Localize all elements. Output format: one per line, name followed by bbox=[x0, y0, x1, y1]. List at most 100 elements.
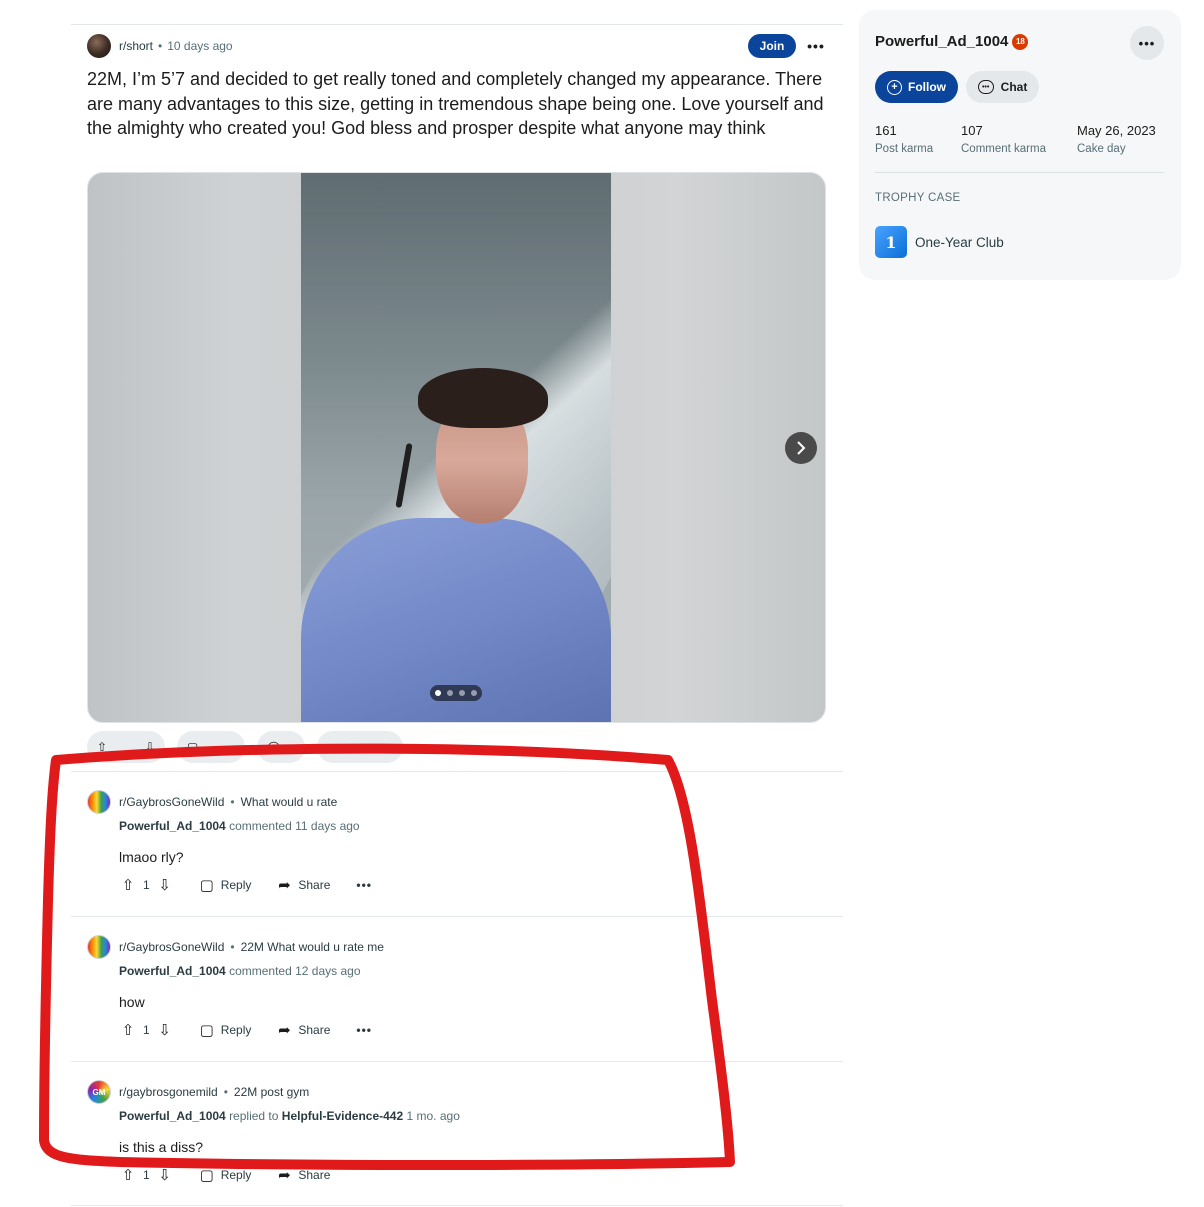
chevron-right-icon[interactable] bbox=[785, 432, 817, 464]
upvote-icon[interactable]: ⇧ bbox=[119, 1021, 137, 1039]
chat-icon: ••• bbox=[977, 80, 994, 94]
comment-item: GM r/gaybrosgonemild • 22M post gym Powe… bbox=[71, 1061, 843, 1206]
comment-author-line: Powerful_Ad_1004 commented 12 days ago bbox=[119, 964, 361, 978]
comment-score: 1 bbox=[143, 878, 150, 892]
stat-label: Post karma bbox=[875, 143, 934, 155]
comment-actions: ⇧ 1 ⇩ ▢ Reply ➦ Share ••• bbox=[119, 1020, 372, 1040]
comment-author[interactable]: Powerful_Ad_1004 bbox=[119, 964, 226, 978]
comment-action: commented bbox=[229, 819, 292, 833]
comment-post-title[interactable]: 22M What would u rate me bbox=[241, 940, 384, 954]
subreddit-avatar[interactable] bbox=[87, 790, 111, 814]
comment-author[interactable]: Powerful_Ad_1004 bbox=[119, 1109, 226, 1123]
subreddit-avatar[interactable] bbox=[87, 34, 111, 58]
comment-body[interactable]: lmaoo rly? bbox=[119, 849, 184, 865]
award-icon: ◯ bbox=[267, 740, 281, 754]
divider bbox=[875, 172, 1164, 173]
award-pill[interactable]: ◯ bbox=[257, 731, 305, 763]
reply-button[interactable]: ▢ Reply bbox=[198, 1166, 252, 1184]
share-icon: ➦ bbox=[278, 1167, 291, 1184]
meta-separator: • bbox=[223, 1085, 228, 1099]
post-more-icon[interactable]: ••• bbox=[804, 34, 828, 58]
upvote-icon[interactable]: ⇧ bbox=[119, 876, 137, 894]
vote-pill[interactable]: ⇧ ⇩ bbox=[87, 731, 165, 763]
comment-author-line: Powerful_Ad_1004 commented 11 days ago bbox=[119, 819, 360, 833]
comment-icon: ▢ bbox=[187, 740, 199, 754]
gallery-dot bbox=[435, 690, 441, 696]
comment-age: 11 days ago bbox=[295, 819, 360, 833]
comment-body[interactable]: how bbox=[119, 994, 145, 1010]
share-pill[interactable]: ➦ bbox=[317, 731, 403, 763]
comment-post-title[interactable]: What would u rate bbox=[241, 795, 338, 809]
gallery-indicator bbox=[430, 685, 482, 701]
comment-icon: ▢ bbox=[199, 877, 214, 894]
stat-value: May 26, 2023 bbox=[1077, 123, 1156, 138]
subreddit-avatar[interactable] bbox=[87, 935, 111, 959]
comment-more-icon[interactable]: ••• bbox=[356, 1023, 372, 1037]
comment-body[interactable]: is this a diss? bbox=[119, 1139, 203, 1155]
downvote-icon[interactable]: ⇩ bbox=[156, 876, 174, 894]
stat-comment-karma: 107 Comment karma bbox=[961, 123, 1046, 155]
subreddit-avatar[interactable]: GM bbox=[87, 1080, 111, 1104]
comment-action: commented bbox=[229, 964, 292, 978]
follow-button[interactable]: + Follow bbox=[875, 71, 958, 103]
share-icon: ➦ bbox=[278, 877, 291, 894]
nsfw-badge-icon: 18 bbox=[1012, 33, 1029, 50]
trophy-item[interactable]: 1 One-Year Club bbox=[875, 226, 1004, 258]
share-button[interactable]: ➦ Share bbox=[275, 876, 330, 894]
profile-username: Powerful_Ad_1004 bbox=[875, 33, 1009, 50]
upvote-icon[interactable]: ⇧ bbox=[97, 740, 107, 754]
post-title[interactable]: 22M, I’m 5’7 and decided to get really t… bbox=[87, 67, 827, 141]
post-meta: r/short • 10 days ago bbox=[87, 34, 233, 58]
stat-label: Comment karma bbox=[961, 143, 1046, 155]
profile-username-row: Powerful_Ad_1004 18 bbox=[875, 33, 1029, 50]
chat-label: Chat bbox=[1000, 80, 1028, 94]
reply-target-user[interactable]: Helpful-Evidence-442 bbox=[282, 1109, 403, 1123]
reply-button[interactable]: ▢ Reply bbox=[198, 876, 252, 894]
share-label: Share bbox=[298, 1168, 331, 1182]
comment-context: r/GaybrosGoneWild • What would u rate bbox=[87, 790, 337, 814]
comment-subreddit[interactable]: r/gaybrosgonemild bbox=[119, 1085, 218, 1099]
profile-more-icon[interactable]: ••• bbox=[1130, 26, 1164, 60]
meta-separator: • bbox=[230, 795, 235, 809]
share-button[interactable]: ➦ Share bbox=[275, 1166, 330, 1184]
meta-separator: • bbox=[158, 39, 163, 53]
reply-button[interactable]: ▢ Reply bbox=[198, 1021, 252, 1039]
comment-subreddit[interactable]: r/GaybrosGoneWild bbox=[119, 795, 224, 809]
comment-action: replied to bbox=[229, 1109, 279, 1123]
share-label: Share bbox=[298, 1023, 331, 1037]
post-action-bar: ⇧ ⇩ ▢ ◯ ➦ bbox=[87, 731, 403, 763]
comment-age: 1 mo. ago bbox=[406, 1109, 460, 1123]
comment-icon: ▢ bbox=[199, 1167, 214, 1184]
share-icon: ➦ bbox=[278, 1022, 291, 1039]
share-label: Share bbox=[298, 878, 331, 892]
post-image[interactable] bbox=[301, 173, 611, 722]
post-age: 10 days ago bbox=[167, 39, 233, 53]
gallery-dot bbox=[471, 690, 477, 696]
comment-actions: ⇧ 1 ⇩ ▢ Reply ➦ Share ••• bbox=[119, 875, 372, 895]
comment-item: r/GaybrosGoneWild • What would u rate Po… bbox=[71, 771, 843, 916]
downvote-icon[interactable]: ⇩ bbox=[156, 1021, 174, 1039]
post-gallery[interactable] bbox=[87, 172, 826, 723]
downvote-icon[interactable]: ⇩ bbox=[145, 740, 155, 754]
subreddit-link[interactable]: r/short bbox=[119, 39, 153, 53]
comment-list: r/GaybrosGoneWild • What would u rate Po… bbox=[71, 771, 843, 1206]
comment-author-line: Powerful_Ad_1004 replied to Helpful-Evid… bbox=[119, 1109, 460, 1123]
share-button[interactable]: ➦ Share bbox=[275, 1021, 330, 1039]
chat-button[interactable]: ••• Chat bbox=[966, 71, 1039, 103]
comment-subreddit[interactable]: r/GaybrosGoneWild bbox=[119, 940, 224, 954]
comment-score: 1 bbox=[143, 1168, 150, 1182]
stat-value: 161 bbox=[875, 123, 897, 138]
follow-label: Follow bbox=[908, 80, 946, 94]
profile-sidebar: Powerful_Ad_1004 18 ••• + Follow ••• Cha… bbox=[859, 10, 1181, 280]
comment-more-icon[interactable]: ••• bbox=[356, 878, 372, 892]
comment-author[interactable]: Powerful_Ad_1004 bbox=[119, 819, 226, 833]
downvote-icon[interactable]: ⇩ bbox=[156, 1166, 174, 1184]
join-button[interactable]: Join bbox=[748, 34, 796, 58]
comment-context: r/GaybrosGoneWild • 22M What would u rat… bbox=[87, 935, 384, 959]
trophy-case-heading: TROPHY CASE bbox=[875, 192, 961, 204]
upvote-icon[interactable]: ⇧ bbox=[119, 1166, 137, 1184]
reply-label: Reply bbox=[220, 1023, 252, 1037]
comment-item: r/GaybrosGoneWild • 22M What would u rat… bbox=[71, 916, 843, 1061]
comments-pill[interactable]: ▢ bbox=[177, 731, 245, 763]
comment-post-title[interactable]: 22M post gym bbox=[234, 1085, 309, 1099]
